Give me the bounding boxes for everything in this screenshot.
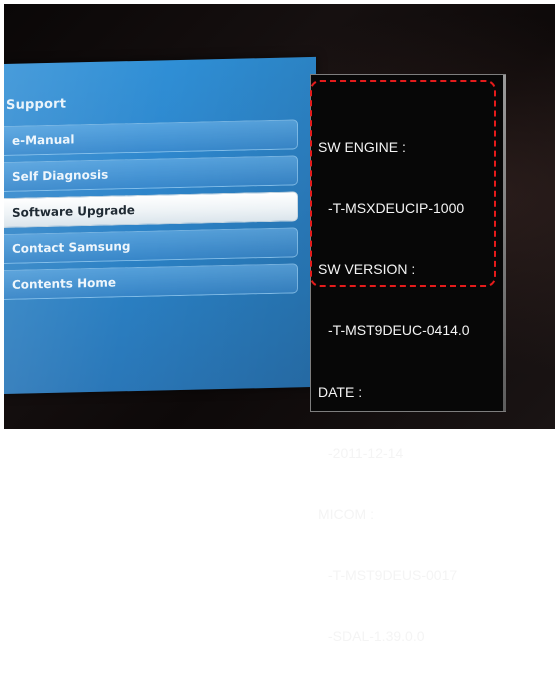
software-info-text: SW ENGINE : -T-MSXDEUCIP-1000 SW VERSION… bbox=[318, 96, 470, 688]
micom-label: MICOM : bbox=[318, 506, 374, 523]
sw-version-value: -T-MST9DEUC-0414.0 bbox=[328, 322, 470, 339]
photo-frame: Support e-Manual Self Diagnosis Software… bbox=[0, 0, 559, 644]
menu-item-label: Contact Samsung bbox=[12, 239, 131, 256]
info-panel-edge bbox=[503, 75, 506, 411]
menu-item-label: Software Upgrade bbox=[12, 203, 135, 220]
date-label: DATE : bbox=[318, 383, 363, 400]
sw-engine-value: -T-MSXDEUCIP-1000 bbox=[328, 200, 465, 217]
sw-engine-label: SW ENGINE : bbox=[318, 138, 406, 155]
menu-item-label: Self Diagnosis bbox=[12, 167, 109, 184]
menu-item-label: e-Manual bbox=[12, 132, 75, 148]
date-value: -2011-12-14 bbox=[328, 444, 404, 461]
menu-item-label: Contents Home bbox=[12, 275, 116, 292]
sw-version-label: SW VERSION : bbox=[318, 261, 416, 278]
micom-value-2: -SDAL-1.39.0.0 bbox=[328, 628, 425, 645]
support-menu-panel: Support e-Manual Self Diagnosis Software… bbox=[4, 56, 316, 394]
menu-title: Support bbox=[6, 96, 67, 113]
micom-value-1: -T-MST9DEUS-0017 bbox=[328, 567, 458, 584]
